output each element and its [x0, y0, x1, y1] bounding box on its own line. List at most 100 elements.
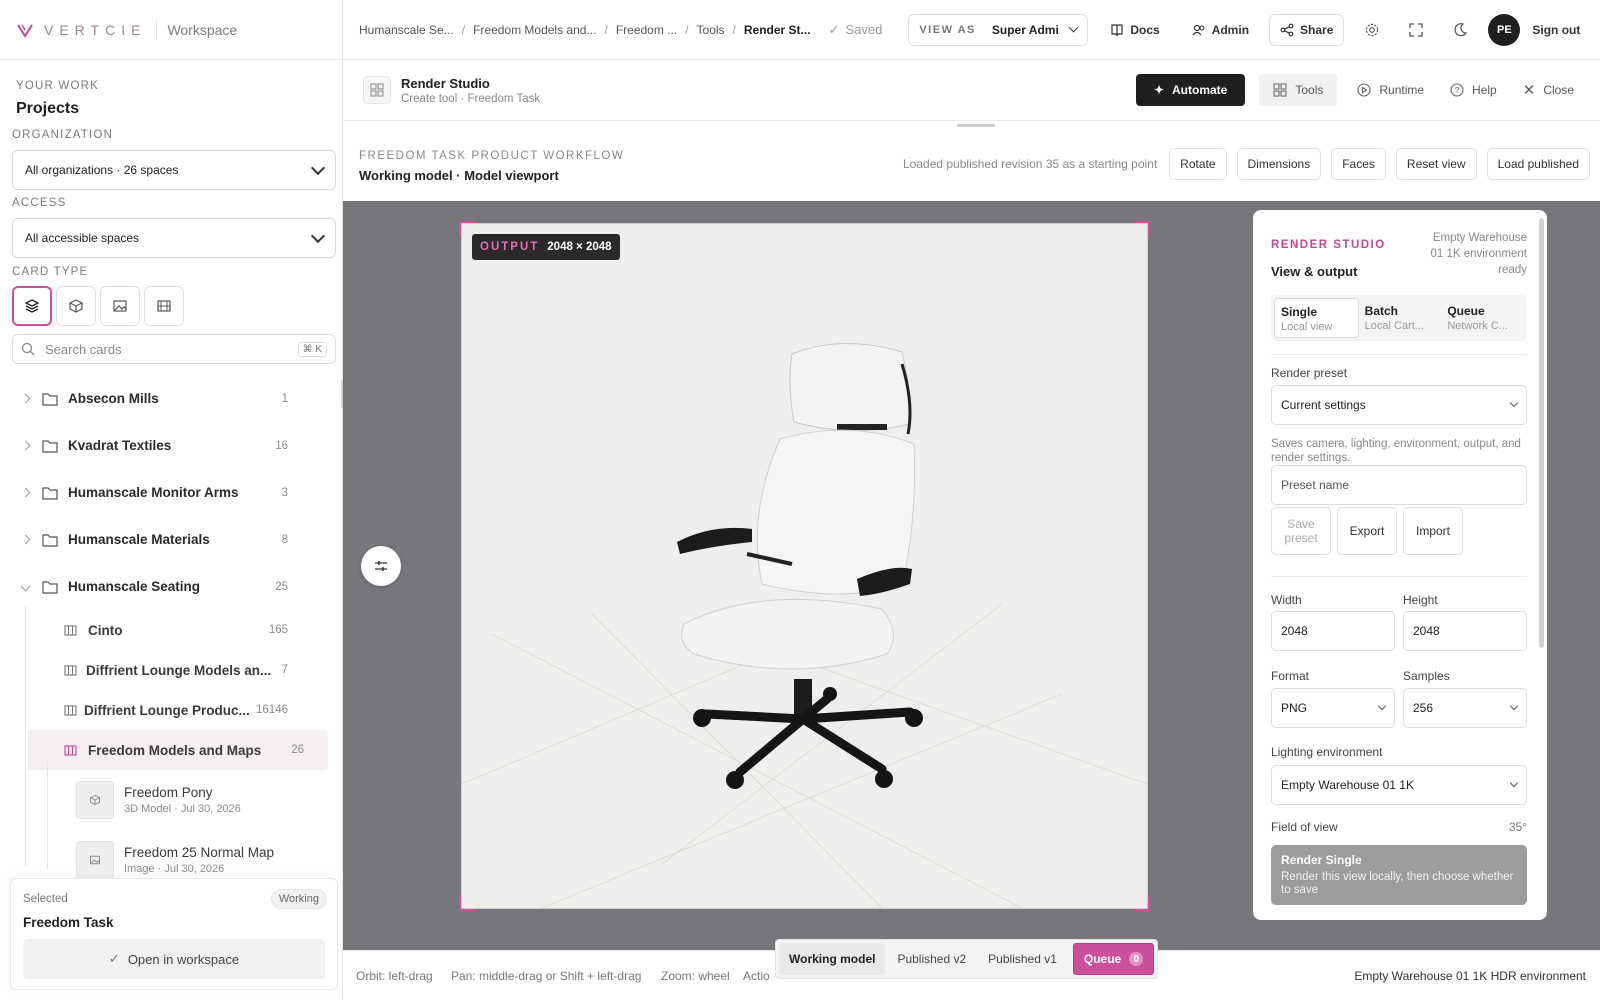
chevron-down-icon: [1377, 701, 1387, 711]
admin-button[interactable]: Admin: [1182, 14, 1259, 46]
rotate-button[interactable]: Rotate: [1169, 148, 1227, 180]
render-subtitle: Render this view locally, then choose wh…: [1281, 871, 1514, 896]
folder-row[interactable]: Humanscale Monitor Arms 3: [0, 469, 340, 516]
help-button[interactable]: ? Help: [1444, 74, 1503, 106]
help-icon: ?: [1450, 83, 1464, 97]
organization-value: All organizations · 26 spaces: [25, 163, 179, 177]
view-as-value: Super Admi: [991, 22, 1059, 37]
subfolder-row[interactable]: Diffrient Lounge Produc... 16146: [0, 690, 340, 730]
tab-published-v2[interactable]: Published v2: [887, 943, 976, 975]
load-published-button[interactable]: Load published: [1486, 148, 1590, 180]
view-as-label: VIEW AS: [919, 23, 976, 36]
card-type-model-button[interactable]: [56, 286, 96, 326]
subfolder-row[interactable]: Cinto 165: [0, 610, 340, 650]
tree-guide-line: [47, 760, 48, 870]
width-input[interactable]: 2048: [1271, 611, 1395, 651]
organization-select[interactable]: All organizations · 26 spaces: [12, 150, 336, 190]
chevron-right-icon: [20, 440, 31, 451]
render-preset-select[interactable]: Current settings: [1271, 385, 1527, 425]
fullscreen-button[interactable]: [1400, 14, 1432, 46]
tools-button[interactable]: Tools: [1259, 74, 1338, 106]
film-icon: [157, 300, 171, 312]
subfolder-count: 26: [291, 744, 304, 756]
tab-working-model[interactable]: Working model: [779, 943, 886, 975]
list-item[interactable]: Freedom Pony 3D Model · Jul 30, 2026: [0, 770, 340, 830]
reset-view-button[interactable]: Reset view: [1395, 148, 1477, 180]
card-type-image-button[interactable]: [100, 286, 140, 326]
settings-button[interactable]: [1356, 14, 1388, 46]
breadcrumb-item[interactable]: Freedom Models and...: [473, 23, 596, 37]
model-viewport[interactable]: OUTPUT 2048 × 2048 RENDER STUDIO View & …: [343, 201, 1600, 950]
avatar[interactable]: PE: [1488, 13, 1521, 46]
sidebar: VERTCIE Workspace YOUR WORK Projects ORG…: [0, 0, 345, 1000]
save-status: ✓ Saved: [829, 22, 883, 38]
subfolder-row[interactable]: Diffrient Lounge Models an... 7: [0, 650, 340, 690]
folder-name: Humanscale Monitor Arms: [68, 485, 239, 500]
share-button[interactable]: Share: [1269, 13, 1345, 46]
search-shortcut: ⌘ K: [297, 341, 327, 357]
breadcrumb-item[interactable]: Tools: [697, 23, 725, 37]
access-select[interactable]: All accessible spaces: [12, 218, 336, 258]
viewport-scene: [462, 342, 1147, 908]
cube-icon: [90, 794, 100, 806]
render-studio-panel: RENDER STUDIO View & output Empty Wareho…: [1253, 210, 1547, 920]
image-icon: [113, 300, 127, 312]
folder-row[interactable]: Kvadrat Textiles 16: [0, 422, 340, 469]
environment-status: Empty Warehouse 01 1K environment ready: [1430, 232, 1527, 276]
tree-guide-line: [25, 606, 26, 866]
projects-title: Projects: [16, 100, 80, 117]
adjustments-button[interactable]: [361, 546, 401, 586]
search-cards-input[interactable]: Search cards ⌘ K: [12, 334, 336, 364]
image-thumbnail: [76, 841, 114, 879]
queue-button[interactable]: Queue 0: [1072, 943, 1155, 975]
sign-out-button[interactable]: Sign out: [1522, 14, 1590, 46]
export-button[interactable]: Export: [1337, 507, 1397, 555]
render-single-button[interactable]: Render Single Render this view locally, …: [1271, 845, 1527, 905]
tab-single[interactable]: Single Local view: [1274, 298, 1359, 338]
folder-icon: [42, 533, 58, 547]
automate-button[interactable]: ✦ Automate: [1135, 74, 1246, 106]
samples-select[interactable]: 256: [1403, 688, 1527, 728]
chair-model: [677, 342, 923, 789]
open-in-workspace-button[interactable]: ✓ Open in workspace: [23, 939, 325, 979]
format-select[interactable]: PNG: [1271, 688, 1395, 728]
tab-batch[interactable]: Batch Local Cart...: [1359, 298, 1442, 338]
faces-button[interactable]: Faces: [1331, 148, 1386, 180]
tab-queue[interactable]: Queue Network C...: [1441, 298, 1524, 338]
chevron-right-icon: [0, 627, 6, 633]
close-button[interactable]: ✕ Close: [1517, 74, 1580, 106]
output-size: 2048 × 2048: [547, 241, 612, 253]
view-as-select[interactable]: VIEW AS Super Admi: [908, 13, 1089, 46]
import-button[interactable]: Import: [1403, 507, 1463, 555]
panel-scrollbar[interactable]: [1539, 218, 1544, 648]
actions-hint: Actio: [743, 969, 770, 983]
render-canvas[interactable]: OUTPUT 2048 × 2048: [461, 223, 1148, 909]
resize-handle[interactable]: [957, 124, 995, 127]
docs-button[interactable]: Docs: [1100, 14, 1169, 46]
cube-icon: [69, 299, 83, 313]
subfolder-row-selected[interactable]: Freedom Models and Maps 26: [28, 730, 328, 770]
sparkle-icon: ✦: [1153, 83, 1164, 97]
card-type-video-button[interactable]: [144, 286, 184, 326]
folder-row-expanded[interactable]: Humanscale Seating 25: [0, 563, 340, 610]
folder-row[interactable]: Humanscale Materials 8: [0, 516, 340, 563]
render-mode-tabs: Single Local view Batch Local Cart... Qu…: [1271, 295, 1527, 341]
card-type-all-button[interactable]: [12, 286, 52, 326]
theme-toggle[interactable]: [1444, 14, 1476, 46]
folder-count: 16: [275, 439, 288, 452]
preset-name-input[interactable]: Preset name: [1271, 465, 1527, 505]
breadcrumb-item[interactable]: Freedom ...: [616, 23, 677, 37]
app-root: VERTCIE Workspace YOUR WORK Projects ORG…: [0, 0, 1600, 1000]
runtime-button[interactable]: Runtime: [1351, 74, 1430, 106]
output-label: OUTPUT: [480, 241, 540, 253]
save-preset-button[interactable]: Save preset: [1271, 507, 1331, 555]
breadcrumb-item[interactable]: Humanscale Se...: [359, 23, 454, 37]
height-input[interactable]: 2048: [1403, 611, 1527, 651]
selected-card: Selected Working Freedom Task ✓ Open in …: [10, 878, 338, 990]
tab-published-v1[interactable]: Published v1: [978, 943, 1067, 975]
dimensions-button[interactable]: Dimensions: [1236, 148, 1322, 180]
folder-row[interactable]: Absecon Mills 1: [0, 375, 340, 422]
lighting-select[interactable]: Empty Warehouse 01 1K: [1271, 765, 1527, 805]
format-value: PNG: [1281, 701, 1308, 715]
breadcrumb-current: Render St...: [743, 22, 811, 37]
